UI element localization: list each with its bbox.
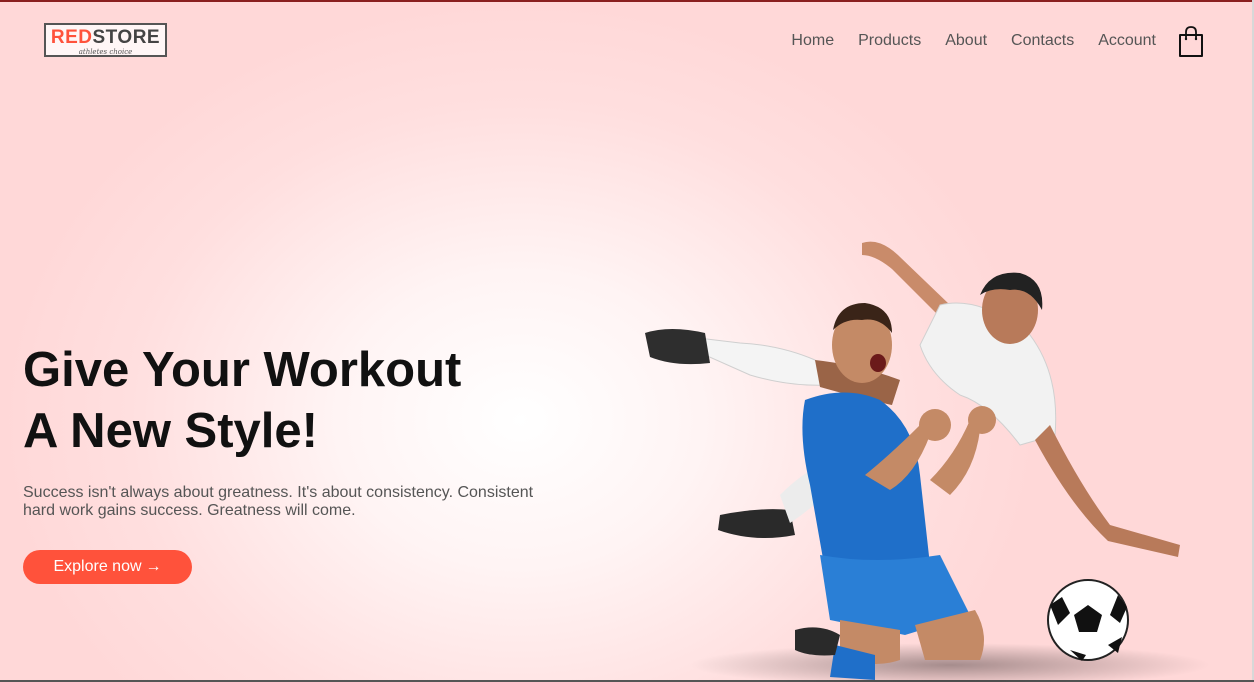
main-nav: Home Products About Contacts Account [791, 31, 1156, 51]
brand-logo[interactable]: REDSTORE athletes choice [44, 23, 167, 57]
explore-now-label: Explore now [53, 558, 142, 575]
nav-contacts[interactable]: Contacts [1011, 31, 1074, 51]
hero-title-line-2: A New Style! [23, 404, 318, 458]
nav-about[interactable]: About [945, 31, 987, 51]
arrow-right-icon: → [145, 558, 162, 575]
hero-subtitle-line-2: hard work gains success. Greatness will … [23, 502, 356, 519]
hero-image-soccer-players [645, 241, 1210, 682]
hero-subtitle-line-1: Success isn't always about greatness. It… [23, 484, 534, 501]
hero-title-line-1: Give Your Workout [23, 343, 462, 397]
nav-products[interactable]: Products [858, 31, 921, 51]
brand-tagline: athletes choice [78, 48, 133, 56]
brand-wordmark: REDSTORE [51, 28, 160, 48]
shopping-bag-icon[interactable] [1178, 26, 1204, 58]
top-border [0, 0, 1254, 2]
football-icon [1047, 579, 1129, 661]
brand-name-red: RED [50, 27, 93, 48]
explore-now-button[interactable]: Explore now → [23, 550, 192, 584]
hero-title: Give Your Workout A New Style! [23, 340, 583, 462]
hero-subtitle: Success isn't always about greatness. It… [23, 484, 553, 520]
nav-account[interactable]: Account [1098, 31, 1156, 51]
nav-home[interactable]: Home [791, 31, 834, 51]
brand-name-dark: STORE [92, 27, 161, 48]
